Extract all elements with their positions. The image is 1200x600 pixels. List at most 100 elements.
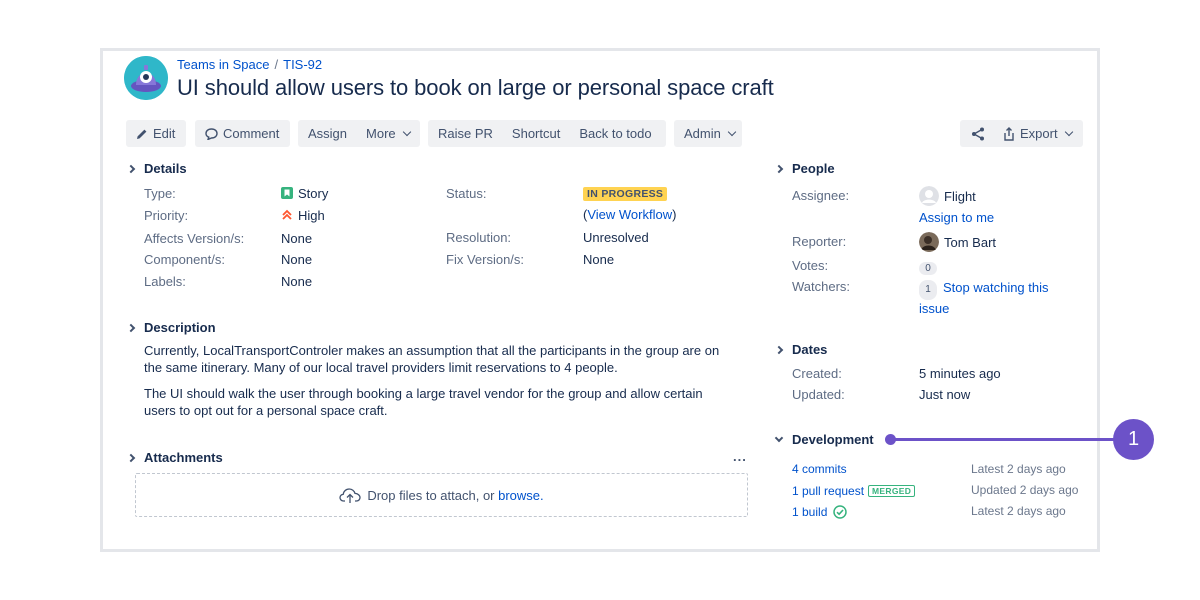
pencil-icon: [137, 129, 147, 139]
admin-label: Admin: [684, 126, 721, 141]
labels-value[interactable]: None: [281, 274, 312, 289]
pull-request-meta: Updated 2 days ago: [971, 483, 1079, 497]
assignee-avatar: [919, 186, 939, 206]
view-workflow-link[interactable]: View Workflow: [587, 207, 672, 222]
stop-watching-link[interactable]: Stop watching this: [943, 280, 1049, 295]
votes-label: Votes:: [792, 258, 829, 273]
build-success-icon: [833, 505, 847, 519]
chevron-right-icon: [774, 345, 784, 355]
view-workflow: (View Workflow): [583, 207, 676, 222]
description-paragraph-2[interactable]: The UI should walk the user through book…: [144, 385, 724, 419]
votes-count[interactable]: 0: [919, 259, 943, 275]
attachments-more-button[interactable]: ...: [733, 449, 747, 464]
comment-button[interactable]: Comment: [195, 120, 290, 147]
shortcut-button[interactable]: Shortcut: [512, 126, 560, 141]
description-heading: Description: [144, 320, 216, 335]
chevron-right-icon: [126, 453, 136, 463]
priority-label: Priority:: [144, 208, 189, 223]
resolution-label: Resolution:: [446, 230, 512, 245]
attachments-heading: Attachments: [144, 450, 223, 465]
raise-pr-button[interactable]: Raise PR: [438, 126, 493, 141]
chevron-down-icon: [727, 127, 737, 137]
comment-label: Comment: [223, 126, 280, 141]
commits-link[interactable]: 4 commits: [792, 462, 847, 476]
admin-button[interactable]: Admin: [674, 120, 742, 147]
edit-label: Edit: [153, 126, 176, 141]
description-section-toggle[interactable]: Description: [126, 320, 216, 335]
project-avatar[interactable]: [124, 56, 168, 100]
share-export-group: Export: [960, 120, 1083, 147]
development-heading: Development: [792, 432, 874, 447]
created-label: Created:: [792, 366, 842, 381]
attachments-section-toggle[interactable]: Attachments: [126, 450, 223, 465]
updated-label: Updated:: [792, 387, 845, 402]
updated-value: Just now: [919, 387, 971, 402]
breadcrumb-issue-key-link[interactable]: TIS-92: [283, 57, 322, 72]
description-paragraph-1[interactable]: Currently, LocalTransportControler makes…: [144, 342, 724, 376]
reporter-avatar: [919, 232, 939, 252]
pull-request-row: 1 pull request MERGED: [792, 483, 916, 498]
details-section-toggle[interactable]: Details: [126, 161, 187, 176]
reporter-label: Reporter:: [792, 234, 847, 249]
chevron-right-icon: [126, 164, 136, 174]
export-icon: [1004, 126, 1014, 141]
people-heading: People: [792, 161, 835, 176]
dates-heading: Dates: [792, 342, 828, 357]
fix-version-value[interactable]: None: [583, 252, 614, 267]
pull-request-link[interactable]: 1 pull request: [792, 484, 864, 498]
priority-value[interactable]: High: [281, 208, 325, 223]
stop-watching-link-cont[interactable]: issue: [919, 301, 949, 316]
assign-to-me-link[interactable]: Assign to me: [919, 210, 994, 225]
more-button[interactable]: More: [366, 126, 396, 141]
status-label: Status:: [446, 186, 487, 201]
chevron-down-icon: [402, 127, 411, 137]
labels-label: Labels:: [144, 274, 186, 289]
commits-meta: Latest 2 days ago: [971, 462, 1066, 476]
assignee-name: Flight: [944, 189, 976, 204]
dates-section-toggle[interactable]: Dates: [774, 342, 828, 357]
back-to-todo-button[interactable]: Back to todo: [579, 126, 651, 141]
browse-link[interactable]: browse.: [498, 488, 544, 503]
breadcrumb-project-link[interactable]: Teams in Space: [177, 57, 270, 72]
component-label: Component/s:: [144, 252, 225, 267]
fix-version-label: Fix Version/s:: [446, 252, 525, 267]
build-meta: Latest 2 days ago: [971, 504, 1066, 518]
chevron-down-icon: [1064, 127, 1073, 137]
export-button[interactable]: Export: [1020, 126, 1058, 141]
status-lozenge[interactable]: IN PROGRESS: [583, 185, 668, 201]
assignee-value[interactable]: Flight: [919, 186, 976, 206]
build-link[interactable]: 1 build: [792, 505, 827, 519]
people-section-toggle[interactable]: People: [774, 161, 835, 176]
speech-bubble-icon: [205, 127, 218, 140]
workflow-group: Raise PR Shortcut Back to todo: [428, 120, 666, 147]
development-section-toggle[interactable]: Development: [774, 432, 874, 447]
watchers-count: 1: [919, 280, 937, 300]
share-icon[interactable]: [971, 127, 985, 141]
resolution-value: Unresolved: [583, 230, 649, 245]
callout-line: [890, 438, 1115, 441]
edit-button[interactable]: Edit: [126, 120, 186, 147]
assignee-label: Assignee:: [792, 188, 850, 203]
reporter-name: Tom Bart: [944, 235, 997, 250]
status-lozenge-text: IN PROGRESS: [583, 187, 668, 201]
assign-button[interactable]: Assign: [308, 126, 347, 141]
callout-dot: [885, 434, 896, 445]
breadcrumb-separator: /: [274, 57, 279, 72]
priority-value-text: High: [298, 208, 325, 223]
watchers-label: Watchers:: [792, 279, 851, 294]
issue-title[interactable]: UI should allow users to book on large o…: [177, 75, 774, 101]
priority-high-icon: [282, 209, 292, 220]
affects-version-value[interactable]: None: [281, 231, 312, 246]
merged-badge: MERGED: [868, 485, 916, 497]
attachment-dropzone[interactable]: Drop files to attach, or browse.: [135, 473, 748, 517]
breadcrumb: Teams in Space / TIS-92: [177, 57, 322, 72]
reporter-value[interactable]: Tom Bart: [919, 232, 996, 252]
type-value[interactable]: Story: [281, 186, 328, 201]
created-value: 5 minutes ago: [919, 366, 1001, 381]
component-value[interactable]: None: [281, 252, 312, 267]
watchers-value: 1 Stop watching this issue: [919, 279, 1049, 318]
chevron-right-icon: [774, 164, 784, 174]
drop-files-text: Drop files to attach, or: [367, 487, 495, 503]
votes-count-text: 0: [919, 262, 937, 275]
type-label: Type:: [144, 186, 176, 201]
